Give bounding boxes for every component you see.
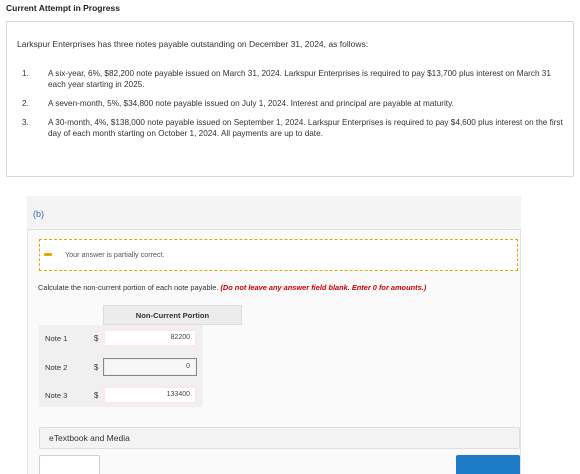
column-header: Non-Current Portion [103,305,242,325]
note-text: A 30-month, 4%, $138,000 note payable is… [48,118,563,138]
submit-button[interactable] [456,455,520,474]
note-item-1: 1. A six-year, 6%, $82,200 note payable … [17,68,567,90]
table-row-note-1: Note 1 $ 82200 [39,325,242,352]
table-row-note-2: Note 2 $ 0 [39,354,242,381]
part-b-header: (b) [27,196,521,230]
note-text: A seven-month, 5%, $34,800 note payable … [48,99,454,108]
note-number: 2. [22,99,29,108]
etextbook-media-toggle[interactable]: eTextbook and Media [39,427,520,449]
note-item-2: 2. A seven-month, 5%, $34,800 note payab… [17,98,567,109]
partial-correct-alert: Your answer is partially correct. [39,239,518,271]
problem-statement: Larkspur Enterprises has three notes pay… [6,21,574,177]
part-label: (b) [33,209,44,219]
notes-list: 1. A six-year, 6%, $82,200 note payable … [17,68,567,139]
table-row-note-3: Note 3 $ 133400 [39,382,242,409]
row-label: Note 2 [45,363,68,372]
secondary-button[interactable] [39,455,100,474]
question-instruction: Calculate the non-current portion of eac… [38,283,426,292]
page-title: Current Attempt in Progress [6,3,120,13]
alert-text: Your answer is partially correct. [65,250,165,259]
note-number: 3. [22,118,29,127]
note-text: A six-year, 6%, $82,200 note payable iss… [48,69,551,89]
instruction-main: Calculate the non-current portion of eac… [38,283,219,292]
partial-correct-icon [44,253,52,256]
currency-symbol: $ [94,363,99,372]
note-1-input[interactable]: 82200 [103,329,197,347]
etextbook-label: eTextbook and Media [49,433,130,443]
row-label: Note 1 [45,334,68,343]
instruction-warning: (Do not leave any answer field blank. En… [220,283,427,292]
currency-symbol: $ [94,391,99,400]
currency-symbol: $ [94,334,99,343]
note-number: 1. [22,69,29,78]
note-2-input[interactable]: 0 [103,358,197,376]
note-item-3: 3. A 30-month, 4%, $138,000 note payable… [17,117,567,139]
problem-intro: Larkspur Enterprises has three notes pay… [17,39,369,49]
row-label: Note 3 [45,391,68,400]
note-3-input[interactable]: 133400 [103,386,197,404]
